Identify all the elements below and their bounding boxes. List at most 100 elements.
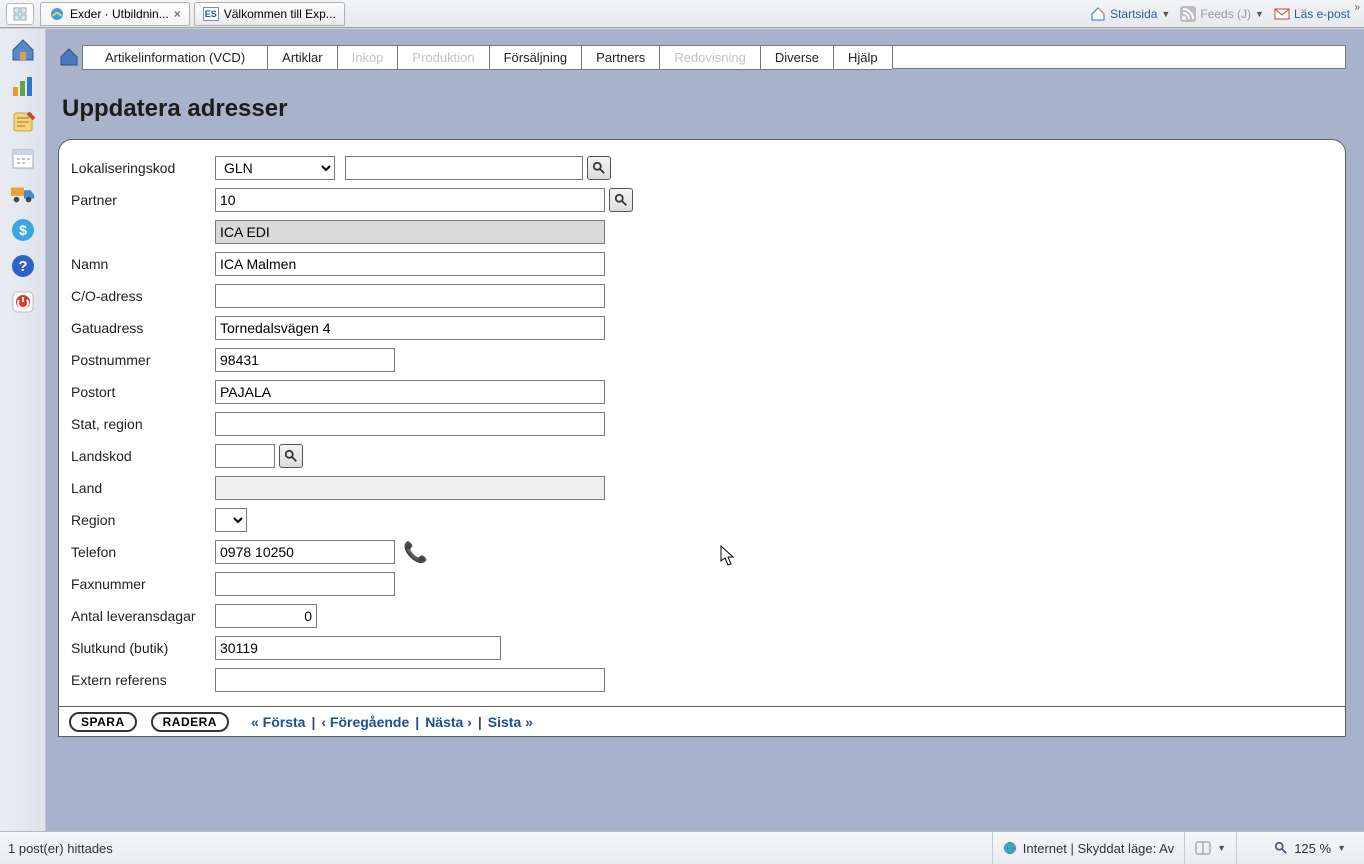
quick-tabs-button[interactable] <box>6 3 34 25</box>
label-co: C/O-adress <box>71 288 215 304</box>
action-strip: SPARA RADERA « Första| ‹ Föregående| Näs… <box>58 707 1346 737</box>
mail-icon <box>1274 7 1290 21</box>
main-area: Artikelinformation (VCD) Artiklar Inköp … <box>46 29 1364 831</box>
extern-referens-input[interactable] <box>215 668 605 692</box>
leveransdagar-input[interactable] <box>215 604 317 628</box>
label-partner: Partner <box>71 192 215 208</box>
browser-tabs: Exder · Utbildnin... × ES Välkommen till… <box>40 2 345 26</box>
menu-hjalp[interactable]: Hjälp <box>833 46 892 70</box>
feeds-link: Feeds (J) ▼ <box>1180 6 1264 22</box>
svg-text:$: $ <box>19 222 27 238</box>
help-icon[interactable]: ? <box>7 251 39 281</box>
gatuadress-input[interactable] <box>215 316 605 340</box>
status-bar: 1 post(er) hittades Internet | Skyddat l… <box>0 831 1364 864</box>
zoom-control[interactable]: 125 % ▼ <box>1236 832 1356 864</box>
land-input[interactable] <box>215 476 605 500</box>
close-icon[interactable]: × <box>174 7 181 21</box>
label-postort: Postort <box>71 384 215 400</box>
tab-title: Välkommen till Exp... <box>224 7 336 21</box>
telefon-input[interactable] <box>215 540 395 564</box>
label-slutkund: Slutkund (butik) <box>71 640 215 656</box>
save-button[interactable]: SPARA <box>69 712 137 732</box>
pager-next[interactable]: Nästa › <box>425 714 472 730</box>
delete-button[interactable]: RADERA <box>151 712 229 732</box>
dropdown-icon: ▼ <box>1255 9 1264 19</box>
expand-icon[interactable]: » <box>1354 2 1360 13</box>
label-extref: Extern referens <box>71 672 215 688</box>
label-land: Land <box>71 480 215 496</box>
browser-chrome-bar: Exder · Utbildnin... × ES Välkommen till… <box>0 0 1364 28</box>
menu-home-icon[interactable] <box>56 45 82 69</box>
pager-first[interactable]: « Första <box>251 714 305 730</box>
form-panel: Lokaliseringskod GLN Partner ICA EDI Nam… <box>58 139 1346 707</box>
menu-diverse[interactable]: Diverse <box>760 46 833 70</box>
pager-prev[interactable]: ‹ Föregående <box>321 714 409 730</box>
pager: « Första| ‹ Föregående| Nästa ›| Sista » <box>251 714 533 730</box>
lokaliseringskod-type-select[interactable]: GLN <box>215 156 335 180</box>
menu-partners[interactable]: Partners <box>581 46 659 70</box>
namn-input[interactable] <box>215 252 605 276</box>
menu-inkop: Inköp <box>337 46 398 70</box>
label-stat: Stat, region <box>71 416 215 432</box>
dropdown-icon[interactable]: ▼ <box>1161 9 1170 19</box>
slutkund-input[interactable] <box>215 636 501 660</box>
calendar-icon[interactable] <box>7 143 39 173</box>
dropdown-icon[interactable]: ▼ <box>1217 843 1226 853</box>
landskod-input[interactable] <box>215 444 275 468</box>
home-link[interactable]: Startsida ▼ <box>1090 6 1170 22</box>
menu-redovisning: Redovisning <box>659 46 760 70</box>
fax-input[interactable] <box>215 572 395 596</box>
label-lokaliseringskod: Lokaliseringskod <box>71 160 215 176</box>
landskod-lookup-button[interactable] <box>279 444 303 468</box>
lokaliseringskod-lookup-button[interactable] <box>587 156 611 180</box>
phone-icon: 📞 <box>403 540 428 565</box>
partner-lookup-button[interactable] <box>609 188 633 212</box>
label-namn: Namn <box>71 256 215 272</box>
menu-forsaljning[interactable]: Försäljning <box>489 46 582 70</box>
globe-icon <box>1003 841 1017 855</box>
menu-produktion: Produktion <box>397 46 488 70</box>
money-icon[interactable]: $ <box>7 215 39 245</box>
region-select[interactable] <box>215 508 247 532</box>
truck-icon[interactable] <box>7 179 39 209</box>
label-fax: Faxnummer <box>71 576 215 592</box>
note-icon[interactable] <box>7 107 39 137</box>
label-landskod: Landskod <box>71 448 215 464</box>
home-icon[interactable] <box>7 35 39 65</box>
label-levdagar: Antal leveransdagar <box>71 608 215 624</box>
ie-icon <box>49 6 65 22</box>
top-menu: Artikelinformation (VCD) Artiklar Inköp … <box>82 45 1346 69</box>
label-postnr: Postnummer <box>71 352 215 368</box>
power-icon[interactable] <box>7 287 39 317</box>
mail-link[interactable]: Läs e-post <box>1274 7 1350 21</box>
menu-artikelinfo[interactable]: Artikelinformation (VCD) <box>82 46 267 70</box>
home-icon <box>1090 6 1106 22</box>
chart-icon[interactable] <box>7 71 39 101</box>
pager-last[interactable]: Sista » <box>488 714 533 730</box>
rss-icon <box>1180 6 1196 22</box>
stat-region-input[interactable] <box>215 412 605 436</box>
label-gata: Gatuadress <box>71 320 215 336</box>
status-protected-mode-toggle[interactable]: ▼ <box>1184 832 1236 864</box>
label-region: Region <box>71 512 215 528</box>
partner-name-readonly: ICA EDI <box>215 220 605 244</box>
window-split-icon <box>1195 841 1211 855</box>
label-telefon: Telefon <box>71 544 215 560</box>
browser-tab-1[interactable]: ES Välkommen till Exp... <box>194 2 345 26</box>
status-result-count: 1 post(er) hittades <box>8 841 992 856</box>
svg-text:?: ? <box>18 258 27 275</box>
favicon: ES <box>203 7 219 21</box>
dropdown-icon[interactable]: ▼ <box>1337 843 1346 853</box>
status-security[interactable]: Internet | Skyddat läge: Av <box>992 832 1184 864</box>
browser-tab-0[interactable]: Exder · Utbildnin... × <box>40 2 190 26</box>
side-icon-rail: $ ? <box>0 29 46 831</box>
partner-input[interactable] <box>215 188 605 212</box>
tab-title: Exder · Utbildnin... <box>70 7 169 21</box>
lokaliseringskod-input[interactable] <box>345 156 583 180</box>
co-adress-input[interactable] <box>215 284 605 308</box>
menu-artiklar[interactable]: Artiklar <box>267 46 336 70</box>
postort-input[interactable] <box>215 380 605 404</box>
postnummer-input[interactable] <box>215 348 395 372</box>
zoom-icon <box>1274 841 1288 855</box>
page-title: Uppdatera adresser <box>62 95 1346 123</box>
